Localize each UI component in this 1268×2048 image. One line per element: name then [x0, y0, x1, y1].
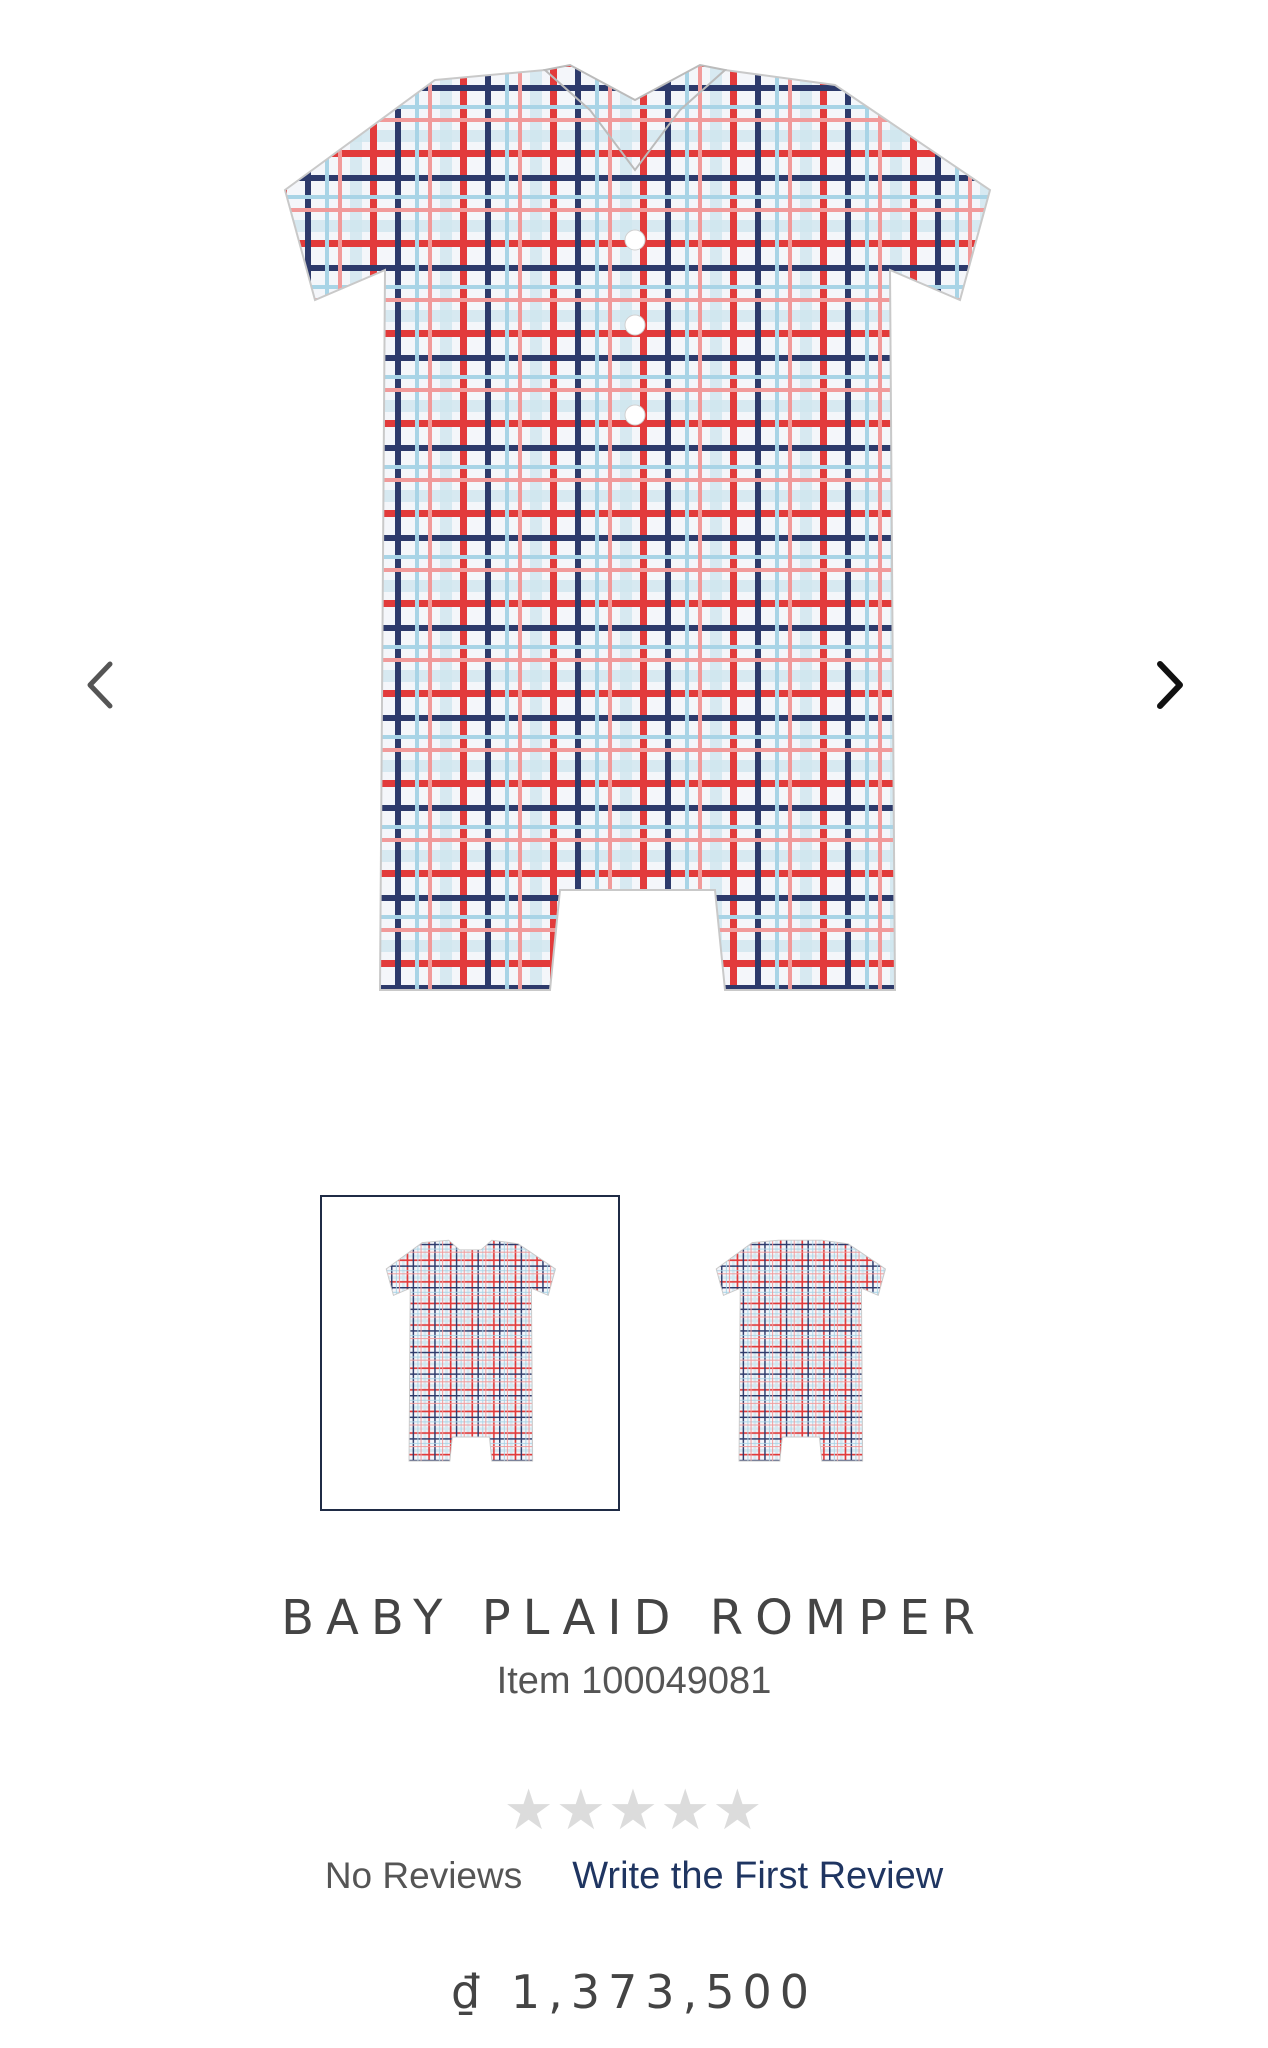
thumbnail-front-image: [385, 1239, 556, 1462]
thumbnail-front[interactable]: [320, 1195, 620, 1511]
item-number: Item 100049081: [496, 1660, 772, 1702]
product-title: BABY PLAID ROMPER: [281, 1590, 987, 1646]
chevron-left-icon: [87, 661, 113, 709]
chevron-right-icon: [1157, 661, 1183, 709]
thumbnail-strip: [0, 1195, 1268, 1515]
product-gallery: [0, 0, 1268, 1511]
write-review-link[interactable]: Write the First Review: [572, 1855, 943, 1898]
no-reviews-label: No Reviews: [324, 1855, 523, 1896]
main-product-image: [283, 63, 992, 991]
next-image-button[interactable]: [1135, 650, 1205, 720]
rating-stars[interactable]: ★★★★★: [0, 1782, 1268, 1838]
product-price: ₫ 1,373,500: [451, 1965, 817, 2019]
review-row: No Reviews Write the First Review: [0, 1855, 1268, 1898]
thumbnail-back[interactable]: [650, 1195, 950, 1511]
thumbnail-back-image: [715, 1239, 886, 1462]
previous-image-button[interactable]: [65, 650, 135, 720]
